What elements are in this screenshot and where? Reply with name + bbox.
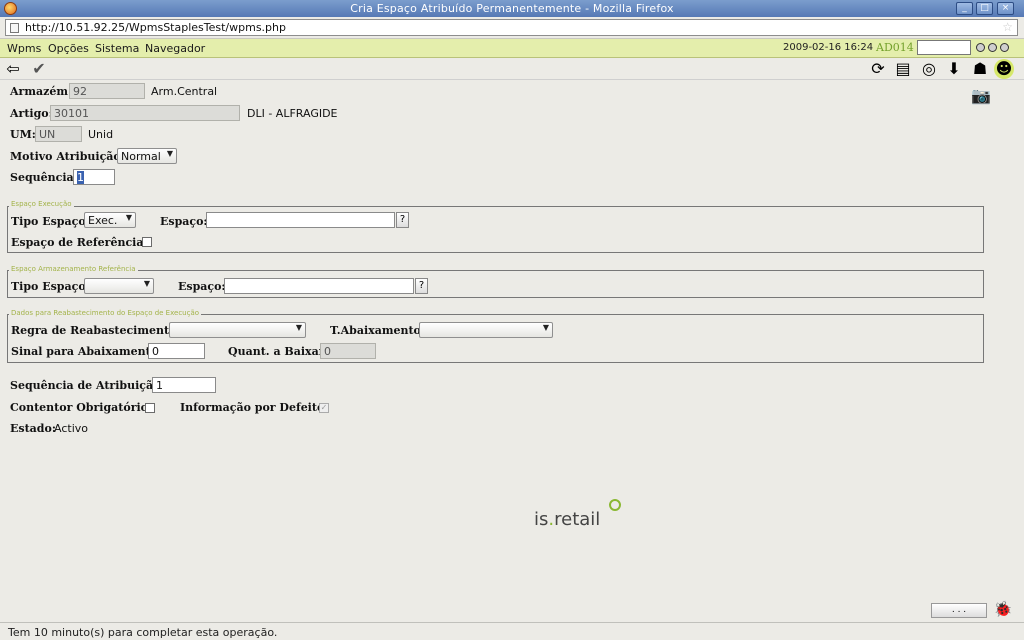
chevron-down-icon: ▼: [143, 279, 150, 288]
espaco-arm-label: Espaço:: [178, 280, 226, 293]
refresh-icon[interactable]: ⟳: [868, 59, 888, 79]
contentor-checkbox[interactable]: [145, 403, 155, 413]
armazem-label: Armazém:: [10, 85, 73, 98]
home-icon[interactable]: ☻: [994, 59, 1014, 79]
um-label: UM:: [10, 128, 36, 141]
logo-part-a: is: [534, 509, 549, 530]
minimize-button[interactable]: _: [956, 2, 973, 15]
motivo-value: Normal: [121, 150, 161, 163]
reabastecimento-legend: Dados para Reabastecimento do Espaço de …: [9, 309, 202, 317]
confirm-check-icon[interactable]: ✔: [29, 59, 49, 79]
logo-part-b: retail: [554, 509, 601, 530]
window-title: Cria Espaço Atribuído Permanentemente - …: [350, 2, 674, 15]
artigo-field: 30101: [50, 105, 240, 121]
contentor-label: Contentor Obrigatório:: [10, 401, 153, 414]
tipo-espaco-value: Exec.: [88, 214, 118, 227]
sequencia-value: 1: [77, 171, 84, 184]
back-arrow-icon[interactable]: ⇦: [3, 59, 23, 79]
status-dot-icon[interactable]: [976, 43, 985, 52]
status-bar: Tem 10 minuto(s) para completar esta ope…: [0, 622, 1024, 640]
print-icon[interactable]: ▤: [893, 59, 913, 79]
armazem-desc: Arm.Central: [151, 85, 218, 98]
menu-wpms[interactable]: Wpms: [7, 42, 41, 55]
um-field: UN: [35, 126, 82, 142]
page-icon: [10, 23, 19, 33]
help-lifebuoy-icon[interactable]: ◎: [919, 59, 939, 79]
url-field[interactable]: http://10.51.92.25/WpmsStaplesTest/wpms.…: [5, 19, 1018, 36]
sequencia-label: Sequência:: [10, 171, 78, 184]
t-abaixamento-select[interactable]: ▼: [419, 322, 553, 338]
ladybug-icon[interactable]: 🐞: [993, 600, 1013, 620]
close-button[interactable]: ×: [997, 2, 1014, 15]
navigation-bar: http://10.51.92.25/WpmsStaplesTest/wpms.…: [0, 17, 1024, 39]
status-message: Tem 10 minuto(s) para completar esta ope…: [8, 626, 278, 639]
chevron-down-icon: ▼: [125, 213, 132, 222]
user-icon[interactable]: ☗: [970, 59, 990, 79]
app-menubar: Wpms Opções Sistema Navegador 2009-02-16…: [0, 39, 1024, 58]
url-text: http://10.51.92.25/WpmsStaplesTest/wpms.…: [25, 21, 286, 34]
espaco-arm-input[interactable]: [224, 278, 414, 294]
seq-atribuicao-input[interactable]: 1: [152, 377, 216, 393]
quick-command-input[interactable]: [917, 40, 971, 55]
estado-label: Estado:: [10, 422, 56, 435]
datetime-display: 2009-02-16 16:24: [783, 42, 874, 53]
espaco-execucao-group: [7, 206, 984, 253]
more-button[interactable]: . . .: [931, 603, 987, 618]
espaco-arm-lookup-button[interactable]: ?: [415, 278, 428, 294]
user-code: AD014: [876, 41, 914, 54]
quant-baixar-label: Quant. a Baixar:: [228, 345, 329, 358]
espaco-referencia-checkbox[interactable]: [142, 237, 152, 247]
download-icon[interactable]: ⬇: [944, 59, 964, 79]
menu-navegador[interactable]: Navegador: [145, 42, 205, 55]
motivo-label: Motivo Atribuição:: [10, 150, 125, 163]
bookmark-star-icon[interactable]: ☆: [1002, 20, 1013, 34]
espaco-label: Espaço:: [160, 215, 208, 228]
chevron-down-icon: ▼: [542, 323, 549, 332]
scrollbar[interactable]: [1018, 80, 1024, 622]
info-defeito-label: Informação por Defeito:: [180, 401, 329, 414]
espaco-lookup-button[interactable]: ?: [396, 212, 409, 228]
sequencia-input[interactable]: 1: [73, 169, 115, 185]
motivo-select[interactable]: Normal ▼: [117, 148, 177, 164]
logo-mark-icon: [609, 499, 621, 511]
sinal-abaixamento-label: Sinal para Abaixamento:: [11, 345, 163, 358]
t-abaixamento-label: T.Abaixamento:: [330, 324, 425, 337]
regra-reabastecimento-label: Regra de Reabastecimento:: [11, 324, 181, 337]
maximize-button[interactable]: □: [976, 2, 993, 15]
sinal-abaixamento-input[interactable]: 0: [148, 343, 205, 359]
tipo-espaco-arm-label: Tipo Espaço:: [11, 280, 90, 293]
chevron-down-icon: ▼: [166, 149, 173, 158]
estado-value: Activo: [54, 422, 88, 435]
quant-baixar-field: 0: [320, 343, 376, 359]
tipo-espaco-arm-select[interactable]: ▼: [84, 278, 154, 294]
tipo-espaco-select[interactable]: Exec. ▼: [84, 212, 136, 228]
seq-atribuicao-label: Sequência de Atribuição:: [10, 379, 165, 392]
armazem-field: 92: [69, 83, 145, 99]
status-dot-icon[interactable]: [1000, 43, 1009, 52]
camera-icon[interactable]: 📷: [970, 86, 992, 106]
menu-opcoes[interactable]: Opções: [48, 42, 89, 55]
artigo-label: Artigo:: [10, 107, 53, 120]
status-dot-icon[interactable]: [988, 43, 997, 52]
espaco-referencia-label: Espaço de Referência:: [11, 236, 148, 249]
info-defeito-checkbox[interactable]: ✓: [319, 403, 329, 413]
artigo-desc: DLI - ALFRAGIDE: [247, 107, 338, 120]
isretail-logo: is.retail: [534, 509, 600, 530]
tipo-espaco-label: Tipo Espaço:: [11, 215, 90, 228]
regra-reabastecimento-select[interactable]: ▼: [169, 322, 306, 338]
um-desc: Unid: [88, 128, 114, 141]
chevron-down-icon: ▼: [295, 323, 302, 332]
espaco-input[interactable]: [206, 212, 395, 228]
espaco-execucao-legend: Espaço Execução: [9, 200, 74, 208]
espaco-armazenamento-legend: Espaço Armazenamento Referência: [9, 265, 138, 273]
menu-sistema[interactable]: Sistema: [95, 42, 139, 55]
toolbar: ⇦ ✔ ⟳ ▤ ◎ ⬇ ☗ ☻: [0, 58, 1024, 80]
window-titlebar: Cria Espaço Atribuído Permanentemente - …: [0, 0, 1024, 17]
